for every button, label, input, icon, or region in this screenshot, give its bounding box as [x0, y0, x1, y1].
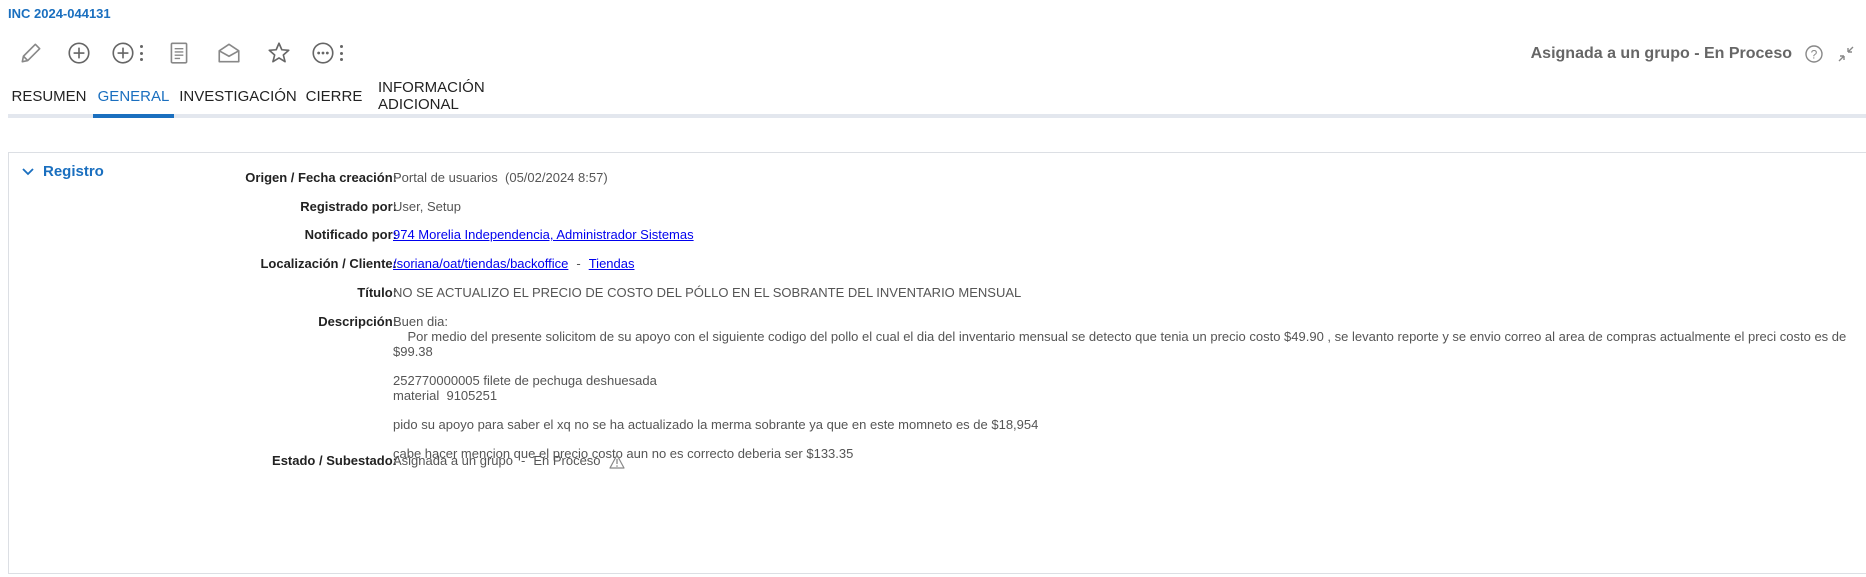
more-actions-button[interactable] [310, 38, 344, 68]
plus-circle-menu-icon [112, 42, 134, 64]
email-button[interactable] [214, 38, 244, 68]
subestado-value: En Proceso [533, 453, 601, 468]
tab-resumen[interactable]: RESUMEN [8, 80, 90, 114]
field-label: Título: [357, 285, 397, 300]
help-icon[interactable]: ? [1804, 44, 1824, 64]
report-button[interactable] [164, 38, 194, 68]
field-label: Origen / Fecha creación: [245, 170, 397, 185]
add-button[interactable] [64, 38, 94, 68]
separator: - [576, 256, 581, 271]
plus-circle-icon [68, 42, 90, 64]
favorite-button[interactable] [264, 38, 294, 68]
tab-investigacion[interactable]: INVESTIGACIÓN [179, 80, 297, 114]
tab-general[interactable]: GENERAL [93, 80, 174, 118]
svg-text:?: ? [1811, 48, 1818, 62]
collapse-icon[interactable] [1836, 44, 1856, 64]
add-menu-button[interactable] [110, 38, 144, 68]
description-paragraph: 252770000005 filete de pechuga deshuesad… [393, 373, 657, 403]
origen-value: Portal de usuarios [393, 170, 498, 185]
tab-bar: RESUMEN GENERAL INVESTIGACIÓN CIERRE INF… [8, 79, 1866, 118]
registro-section: Registro Origen / Fecha creación: Portal… [8, 152, 1866, 574]
estado-value: Asignada a un grupo [393, 453, 513, 468]
section-toggle[interactable]: Registro [21, 163, 104, 180]
pencil-icon [21, 43, 41, 63]
client-link[interactable]: Tiendas [589, 256, 635, 271]
envelope-open-icon [218, 43, 240, 63]
more-circle-menu-icon [312, 42, 334, 64]
incident-status: Asignada a un grupo - En Proceso [1530, 45, 1792, 62]
field-value: User, Setup [393, 199, 461, 214]
field-label: Registrado por: [300, 199, 397, 214]
field-label: Descripción: [318, 314, 397, 329]
field-value: NO SE ACTUALIZO EL PRECIO DE COSTO DEL P… [393, 285, 1022, 300]
description-paragraph: Buen dia: Por medio del presente solicit… [393, 314, 1847, 359]
description-text: Buen dia: Por medio del presente solicit… [393, 314, 1863, 475]
description-paragraph: pido su apoyo para saber el xq no se ha … [393, 417, 1039, 432]
more-dots-icon [338, 45, 344, 61]
status-area: Asignada a un grupo - En Proceso ? [1531, 44, 1856, 64]
field-label: Estado / Subestado: [272, 453, 397, 468]
tab-informacion-adicional[interactable]: INFORMACIÓN ADICIONAL [378, 79, 548, 114]
edit-button[interactable] [16, 38, 46, 68]
field-value: Asignada a un grupo - En Proceso [393, 453, 625, 469]
field-value: /soriana/oat/tiendas/backoffice - Tiendas [393, 256, 635, 271]
field-label: Localización / Cliente: [260, 256, 397, 271]
more-dots-icon [138, 45, 144, 61]
warning-icon [608, 454, 625, 469]
incident-id: INC 2024-044131 [8, 6, 111, 21]
star-icon [268, 42, 290, 63]
tab-cierre[interactable]: CIERRE [305, 80, 363, 114]
field-label: Notificado por: [304, 227, 397, 242]
notificado-link[interactable]: 974 Morelia Independencia, Administrador… [393, 227, 694, 242]
field-value: 974 Morelia Independencia, Administrador… [393, 227, 694, 242]
chevron-down-icon [22, 167, 34, 175]
toolbar [16, 36, 344, 70]
section-title: Registro [43, 163, 104, 180]
separator: - [520, 453, 526, 468]
document-icon [170, 42, 188, 64]
location-link[interactable]: /soriana/oat/tiendas/backoffice [393, 256, 568, 271]
field-value: Portal de usuarios (05/02/2024 8:57) [393, 170, 608, 185]
creation-date: (05/02/2024 8:57) [505, 170, 608, 185]
